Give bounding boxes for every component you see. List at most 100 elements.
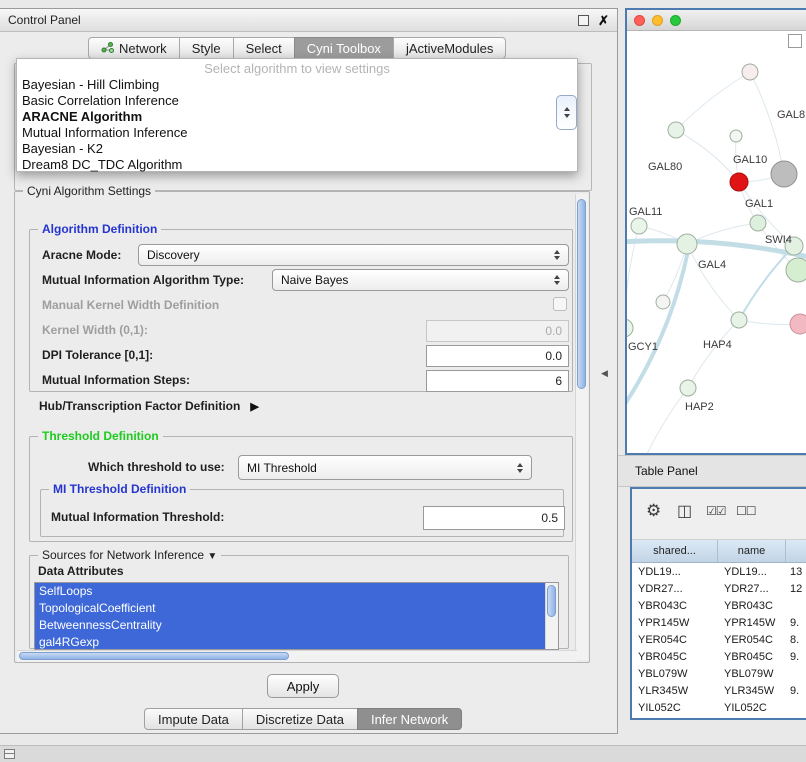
field-value: 0.5 — [541, 511, 558, 525]
column-header-extra[interactable] — [786, 540, 806, 562]
tab-label: Style — [192, 41, 221, 56]
network-node[interactable] — [790, 314, 806, 334]
list-item[interactable]: gal4RGexp — [35, 634, 546, 650]
tab-cyni-toolbox[interactable]: Cyni Toolbox — [294, 37, 393, 59]
overview-toggle-box[interactable] — [788, 34, 802, 48]
kernel-width-field[interactable]: 0.0 — [426, 320, 569, 342]
network-edge[interactable] — [647, 388, 688, 453]
network-node[interactable] — [731, 312, 747, 328]
list-item[interactable]: BetweennessCentrality — [35, 617, 546, 634]
mi-type-combobox[interactable]: Naive Bayes — [272, 269, 569, 291]
dropdown-item[interactable]: Bayesian - K2 — [17, 141, 577, 157]
network-edge[interactable] — [627, 246, 689, 410]
table-row[interactable]: YIL052CYIL052C — [632, 699, 806, 716]
control-panel-titlebar: Control Panel ✗ — [0, 9, 617, 32]
list-item[interactable]: SelfLoops — [35, 583, 546, 600]
network-node-label: HAP2 — [685, 401, 714, 413]
zoom-traffic-light-icon[interactable] — [670, 15, 681, 26]
table-row[interactable]: YPR145WYPR145W9. — [632, 614, 806, 631]
column-header-shared-name[interactable]: shared... — [632, 540, 718, 562]
dropdown-item[interactable]: Dream8 DC_TDC Algorithm — [17, 157, 577, 173]
network-edge[interactable] — [688, 320, 739, 388]
table-row[interactable]: YBR045CYBR045C9. — [632, 648, 806, 665]
table-row[interactable]: YER054CYER054C8. — [632, 631, 806, 648]
network-edge[interactable] — [687, 244, 739, 320]
dropdown-item[interactable]: Basic Correlation Inference — [17, 93, 577, 109]
panel-dock-icon[interactable] — [4, 749, 15, 759]
table-row[interactable]: YLR345WYLR345W9. — [632, 682, 806, 699]
network-node[interactable] — [631, 218, 647, 234]
control-panel-window: Control Panel ✗ Network Style Select C — [0, 8, 618, 734]
network-edge[interactable] — [739, 246, 794, 320]
list-scrollbar[interactable] — [545, 583, 558, 650]
select-all-icon[interactable]: ☑☑ — [706, 504, 726, 518]
network-node-label: GAL11 — [629, 206, 662, 218]
network-node[interactable] — [730, 173, 748, 191]
settings-gear-icon[interactable]: ⚙ — [646, 501, 661, 521]
dpi-tolerance-field[interactable]: 0.0 — [426, 345, 569, 367]
close-traffic-light-icon[interactable] — [634, 15, 645, 26]
table-row[interactable]: YDR27...YDR27...12 — [632, 580, 806, 597]
sources-toggle[interactable]: Sources for Network Inference ▼ — [38, 548, 221, 562]
tab-discretize-data[interactable]: Discretize Data — [242, 708, 357, 730]
dropdown-item[interactable]: Mutual Information Inference — [17, 125, 577, 141]
which-threshold-combobox[interactable]: MI Threshold — [238, 455, 532, 480]
dropdown-item-selected[interactable]: ARACNE Algorithm — [17, 109, 577, 125]
tab-label: jActiveModules — [406, 41, 493, 56]
tab-jactivemodules[interactable]: jActiveModules — [393, 37, 506, 59]
network-node[interactable] — [742, 64, 758, 80]
table-panel-window: ⚙ ◫ ☑☑ ☐☐ shared... name YDL19...YDL19..… — [630, 487, 806, 720]
network-node[interactable] — [771, 161, 797, 187]
float-window-icon[interactable] — [578, 15, 589, 26]
network-node[interactable] — [750, 215, 766, 231]
tab-infer-network[interactable]: Infer Network — [357, 708, 462, 730]
network-canvas[interactable]: GAL80GAL10GAL8GAL11GAL1SWI4GAL4GCY1HAP4H… — [627, 30, 806, 453]
network-node[interactable] — [656, 295, 670, 309]
network-node[interactable] — [730, 130, 742, 142]
network-edge[interactable] — [676, 130, 739, 182]
network-window-titlebar — [627, 10, 806, 31]
settings-vertical-scrollbar[interactable] — [575, 194, 588, 660]
table-row[interactable]: YBL079WYBL079W — [632, 665, 806, 682]
threshold-definition-group: Threshold Definition Which threshold to … — [29, 436, 573, 542]
network-node[interactable] — [680, 380, 696, 396]
deselect-all-icon[interactable]: ☐☐ — [736, 504, 756, 518]
apply-button[interactable]: Apply — [267, 674, 339, 698]
table-cell: YPR145W — [632, 617, 718, 629]
minimize-traffic-light-icon[interactable] — [652, 15, 663, 26]
tab-impute-data[interactable]: Impute Data — [144, 708, 242, 730]
network-edge[interactable] — [676, 72, 750, 130]
close-icon[interactable]: ✗ — [598, 14, 609, 27]
column-header-name[interactable]: name — [718, 540, 786, 562]
dropdown-item[interactable]: Bayesian - Hill Climbing — [17, 77, 577, 93]
network-icon — [101, 41, 114, 56]
table-header-row: shared... name — [632, 540, 806, 563]
tab-network[interactable]: Network — [88, 37, 179, 59]
tab-select[interactable]: Select — [233, 37, 294, 59]
network-node[interactable] — [786, 258, 806, 282]
table-cell: 9. — [786, 651, 806, 663]
table-row[interactable]: YBR043CYBR043C — [632, 597, 806, 614]
table-cell: 8. — [786, 634, 806, 646]
table-row[interactable]: YDL19...YDL19...13 — [632, 563, 806, 580]
network-node[interactable] — [627, 319, 633, 337]
aracne-mode-combobox[interactable]: Discovery — [138, 244, 569, 266]
hub-definition-toggle[interactable]: Hub/Transcription Factor Definition ▶ — [39, 399, 259, 413]
network-node-label: GAL1 — [745, 198, 773, 210]
mi-threshold-field[interactable]: 0.5 — [423, 506, 565, 530]
network-node[interactable] — [677, 234, 697, 254]
mi-threshold-label: Mutual Information Threshold: — [51, 510, 224, 524]
manual-kernel-checkbox[interactable] — [553, 297, 567, 311]
table-panel-title: Table Panel — [635, 464, 698, 478]
network-node[interactable] — [668, 122, 684, 138]
mi-steps-label: Mutual Information Steps: — [42, 373, 190, 387]
table-cell: YBR045C — [632, 651, 718, 663]
tab-style[interactable]: Style — [179, 37, 233, 59]
list-item[interactable]: TopologicalCoefficient — [35, 600, 546, 617]
mi-steps-field[interactable]: 6 — [426, 370, 569, 392]
settings-horizontal-scrollbar[interactable] — [17, 650, 577, 662]
splitpane-collapse-icon[interactable]: ◀ — [601, 368, 608, 379]
columns-icon[interactable]: ◫ — [677, 501, 692, 521]
algorithm-combobox-fragment[interactable] — [556, 95, 577, 130]
data-attributes-list: SelfLoops TopologicalCoefficient Between… — [34, 582, 559, 650]
